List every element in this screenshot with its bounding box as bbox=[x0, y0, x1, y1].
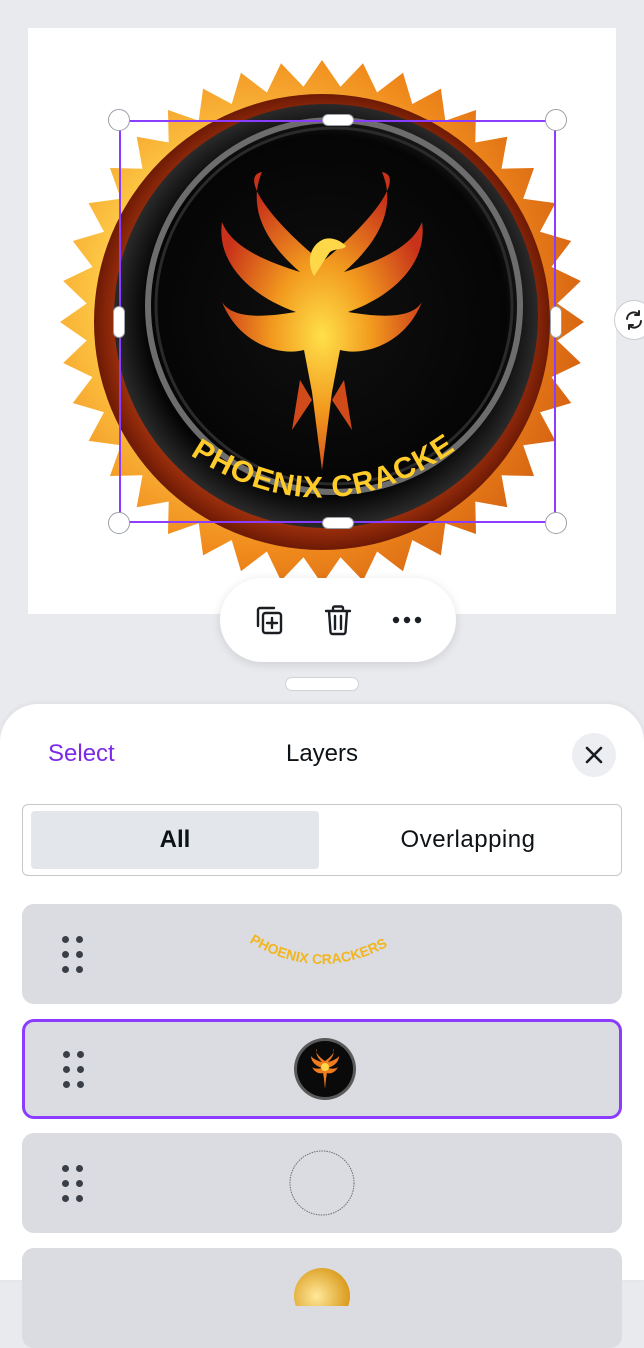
close-icon bbox=[585, 746, 603, 764]
design-canvas[interactable]: PHOENIX CRACKERS bbox=[0, 0, 644, 700]
tab-overlapping[interactable]: Overlapping bbox=[323, 811, 613, 869]
more-icon bbox=[393, 616, 422, 624]
resize-handle-top-left[interactable] bbox=[108, 109, 130, 131]
resize-handle-top-right[interactable] bbox=[545, 109, 567, 131]
resize-handle-left[interactable] bbox=[113, 306, 125, 338]
layers-panel: Select Layers All Overlapping PHOENIX CR… bbox=[0, 704, 644, 1348]
resize-handle-top[interactable] bbox=[322, 114, 354, 126]
resize-handle-bottom-right[interactable] bbox=[545, 512, 567, 534]
layer-item-text[interactable]: PHOENIX CRACKERS bbox=[22, 904, 622, 1004]
resize-handle-bottom[interactable] bbox=[322, 517, 354, 529]
curved-text-preview: PHOENIX CRACKERS bbox=[248, 931, 390, 967]
layer-item-logo[interactable] bbox=[22, 1019, 622, 1119]
panel-title: Layers bbox=[285, 740, 359, 767]
circle-outline-thumbnail bbox=[289, 1150, 355, 1216]
resize-handle-right[interactable] bbox=[550, 306, 562, 338]
resize-handle-bottom-left[interactable] bbox=[108, 512, 130, 534]
element-context-toolbar bbox=[220, 578, 456, 662]
layer-filter-tabs: All Overlapping bbox=[22, 804, 622, 876]
more-options-button[interactable] bbox=[385, 598, 429, 642]
phoenix-logo-thumbnail bbox=[294, 1038, 356, 1100]
close-button[interactable] bbox=[572, 733, 616, 777]
rotate-icon bbox=[626, 310, 642, 330]
layer-item-circle[interactable] bbox=[22, 1133, 622, 1233]
duplicate-icon bbox=[256, 606, 282, 635]
svg-text:PHOENIX CRACKERS: PHOENIX CRACKERS bbox=[248, 931, 390, 967]
layer-thumbnail bbox=[22, 1248, 622, 1348]
trash-icon bbox=[324, 605, 352, 636]
layer-item-badge[interactable] bbox=[22, 1248, 622, 1348]
layers-panel-header: Select Layers bbox=[0, 704, 644, 804]
layer-thumbnail bbox=[22, 1133, 622, 1233]
delete-button[interactable] bbox=[316, 598, 360, 642]
layer-thumbnail: PHOENIX CRACKERS bbox=[22, 904, 622, 1004]
layer-thumbnail bbox=[25, 1022, 625, 1116]
duplicate-button[interactable] bbox=[247, 598, 291, 642]
gold-badge-thumbnail bbox=[294, 1268, 350, 1306]
tab-all[interactable]: All bbox=[31, 811, 319, 869]
selection-box bbox=[119, 120, 556, 523]
sheet-drag-handle[interactable] bbox=[285, 677, 359, 691]
